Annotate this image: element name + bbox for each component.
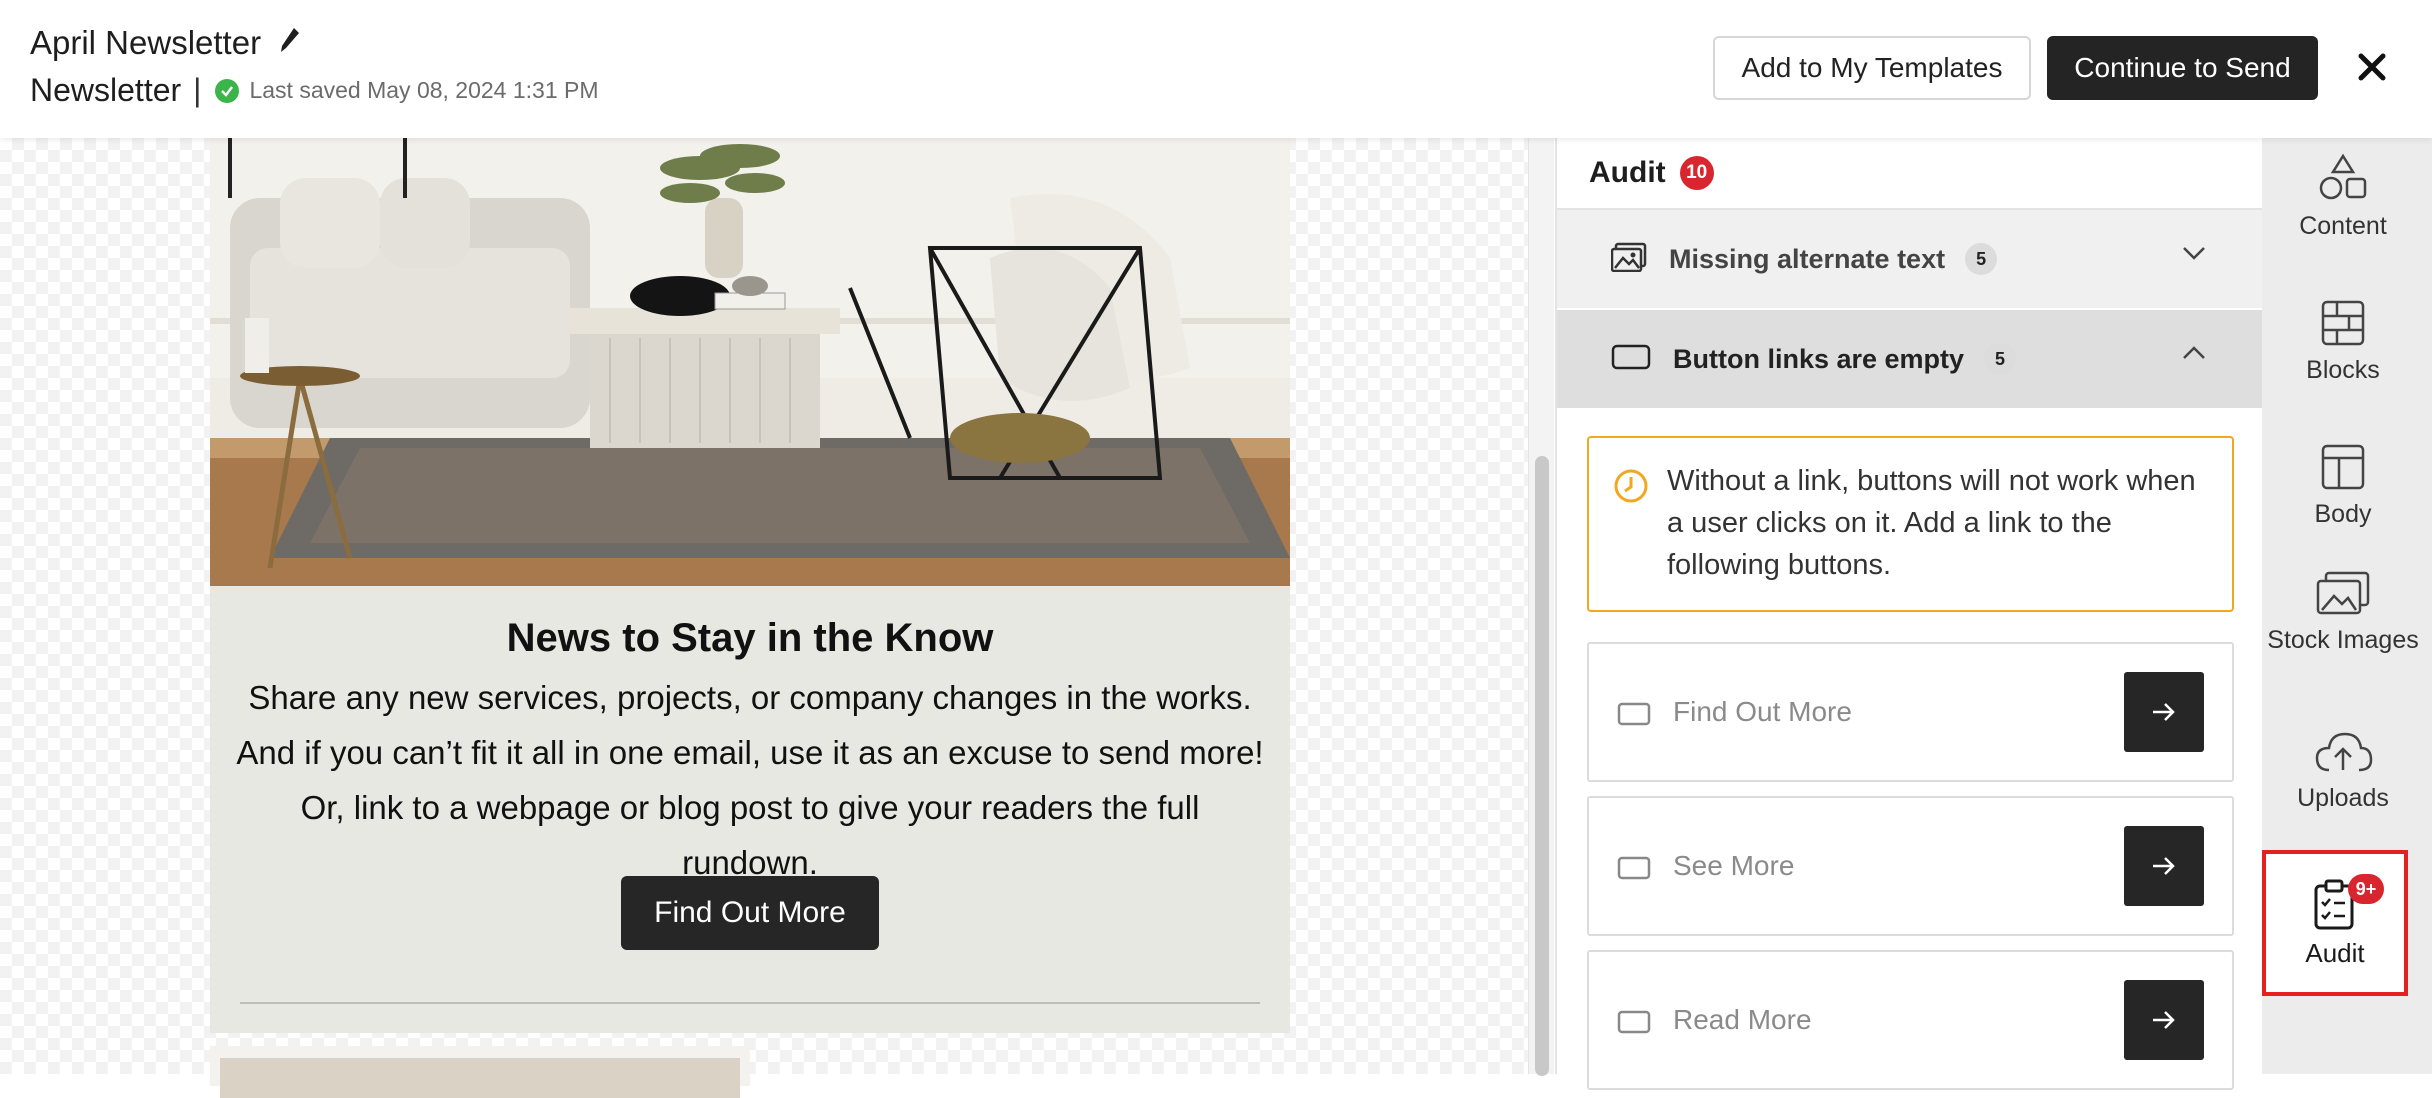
document-title: April Newsletter xyxy=(30,24,301,62)
top-bar: April Newsletter Newsletter | Last saved… xyxy=(0,0,2432,138)
email-divider xyxy=(240,1002,1260,1004)
section-label: Button links are empty xyxy=(1673,343,1965,374)
add-to-templates-button[interactable]: Add to My Templates xyxy=(1713,36,2031,100)
go-to-button-arrow-icon[interactable] xyxy=(2124,826,2204,906)
image-icon xyxy=(1610,242,1647,277)
living-room-photo[interactable] xyxy=(210,138,1290,586)
scrollbar-thumb[interactable] xyxy=(1535,456,1549,1076)
cloud-upload-icon xyxy=(2315,732,2373,772)
document-type: Newsletter xyxy=(30,72,182,108)
chevron-up-icon[interactable] xyxy=(2182,346,2206,365)
button-icon xyxy=(1617,856,1651,885)
continue-to-send-button[interactable]: Continue to Send xyxy=(2047,36,2318,100)
rail-item-audit[interactable]: 9+ Audit xyxy=(2262,850,2408,996)
next-block-image xyxy=(220,1058,740,1098)
active-tab-pointer xyxy=(2246,908,2262,940)
button-icon xyxy=(1617,702,1651,731)
rail-item-label: Uploads xyxy=(2297,784,2389,812)
email-content-block[interactable]: News to Stay in the Know Share any new s… xyxy=(210,138,1290,1033)
go-to-button-arrow-icon[interactable] xyxy=(2124,980,2204,1060)
email-body-text[interactable]: Share any new services, projects, or com… xyxy=(230,670,1270,890)
chevron-down-icon[interactable] xyxy=(2182,246,2206,265)
shapes-icon xyxy=(2319,153,2367,200)
rail-item-label: Body xyxy=(2314,500,2372,528)
email-canvas[interactable]: News to Stay in the Know Share any new s… xyxy=(0,138,1530,1098)
next-content-block[interactable] xyxy=(210,1046,750,1098)
email-headline[interactable]: News to Stay in the Know xyxy=(210,616,1290,661)
section-button-links-empty[interactable]: Button links are empty 5 xyxy=(1557,310,2264,408)
clock-warning-icon xyxy=(1613,468,1649,509)
rail-item-blocks[interactable]: Blocks xyxy=(2262,298,2424,388)
warning-text: Without a link, buttons will not work wh… xyxy=(1667,465,2196,581)
button-item-label: Read More xyxy=(1673,1004,1812,1035)
blocks-icon xyxy=(2321,300,2365,346)
section-missing-alt-text[interactable]: Missing alternate text 5 xyxy=(1557,210,2264,308)
button-item-label: Find Out More xyxy=(1673,696,1852,727)
rail-item-label: Content xyxy=(2299,212,2387,240)
layout-icon xyxy=(2321,444,2365,490)
empty-button-item[interactable]: See More xyxy=(1587,796,2234,936)
warning-message: Without a link, buttons will not work wh… xyxy=(1587,436,2234,612)
edit-pencil-icon[interactable] xyxy=(279,24,301,62)
subtitle-separator: | xyxy=(193,72,202,108)
rail-item-label: Stock Images xyxy=(2267,626,2419,654)
last-saved-text: Last saved May 08, 2024 1:31 PM xyxy=(249,77,599,103)
button-icon xyxy=(1617,1010,1651,1039)
rail-item-body[interactable]: Body xyxy=(2262,442,2424,532)
audit-count-badge: 10 xyxy=(1679,156,1714,190)
rail-item-stock-images[interactable]: Stock Images xyxy=(2262,570,2424,658)
email-find-out-more-button[interactable]: Find Out More xyxy=(621,876,879,950)
button-item-label: See More xyxy=(1673,850,1795,881)
audit-rail-badge: 9+ xyxy=(2348,874,2384,904)
empty-button-item[interactable]: Find Out More xyxy=(1587,642,2234,782)
save-status: Last saved May 08, 2024 1:31 PM xyxy=(215,77,599,104)
rail-item-label: Audit xyxy=(2305,938,2365,968)
rail-item-uploads[interactable]: Uploads xyxy=(2262,730,2424,816)
audit-title: Audit xyxy=(1589,156,1666,189)
rail-item-label: Blocks xyxy=(2306,356,2380,384)
section-label: Missing alternate text xyxy=(1669,243,1946,274)
empty-button-item[interactable]: Read More xyxy=(1587,950,2234,1090)
newsletter-title[interactable]: April Newsletter xyxy=(30,24,261,62)
canvas-scrollbar[interactable] xyxy=(1528,138,1554,1076)
checkmark-icon xyxy=(215,78,240,103)
section-count: 5 xyxy=(1984,343,2017,375)
button-icon xyxy=(1611,344,1651,375)
images-icon xyxy=(2316,571,2370,615)
section-count: 5 xyxy=(1965,243,1998,275)
close-icon[interactable] xyxy=(2355,50,2389,84)
rail-item-content[interactable]: Content xyxy=(2262,152,2424,244)
audit-header: Audit 10 xyxy=(1557,138,2264,210)
document-subtitle: Newsletter | Last saved May 08, 2024 1:3… xyxy=(30,72,599,109)
go-to-button-arrow-icon[interactable] xyxy=(2124,672,2204,752)
audit-panel: Audit 10 Missing alternate text 5 Button… xyxy=(1555,138,2264,1090)
